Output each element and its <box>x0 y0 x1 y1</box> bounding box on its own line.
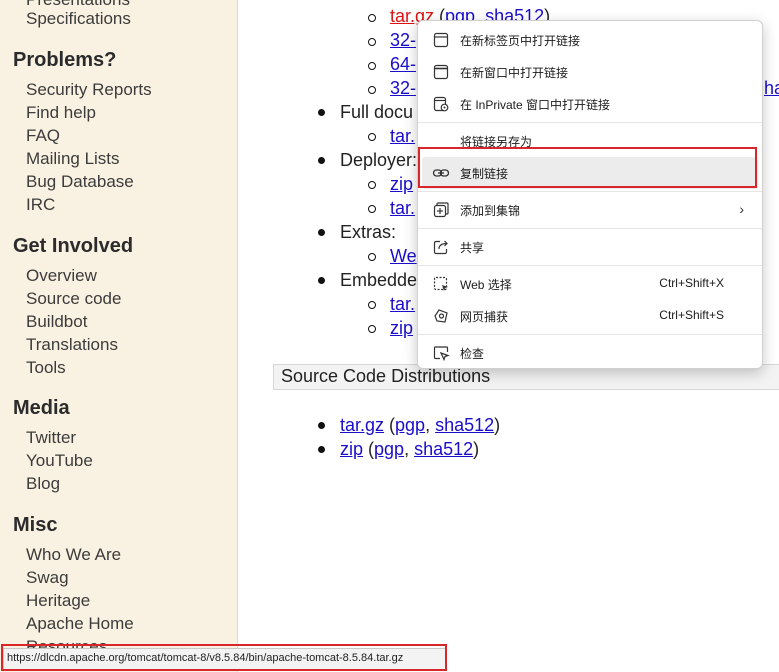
sidebar-item-security-reports[interactable]: Security Reports <box>26 80 152 100</box>
embedded-label: Embedde <box>340 270 418 290</box>
menu-item-open-new-tab[interactable]: 在新标签页中打开链接 <box>422 24 758 56</box>
list-circle <box>368 325 376 333</box>
sidebar-item-source-code[interactable]: Source code <box>26 289 121 309</box>
source-zip-pgp-link[interactable]: pgp <box>374 439 404 459</box>
source-zip-line: zip (pgp, sha512) <box>340 439 480 459</box>
new-window-icon <box>432 63 450 81</box>
list-bullet <box>318 157 325 164</box>
menu-item-web-select[interactable]: Web 选择 Ctrl+Shift+X <box>422 268 758 300</box>
inprivate-window-icon <box>432 95 450 113</box>
extras-web-link[interactable]: We <box>390 246 417 267</box>
full-documentation-label: Full docu <box>340 102 414 122</box>
menu-separator <box>418 334 762 335</box>
sidebar-item-buildbot[interactable]: Buildbot <box>26 312 87 332</box>
context-menu: 在新标签页中打开链接 在新窗口中打开链接 在 InPrivate 窗口中打开链接… <box>417 20 763 369</box>
sidebar-item-who-we-are[interactable]: Who We Are <box>26 545 121 565</box>
sidebar-heading-misc: Misc <box>13 514 58 536</box>
web-select-icon <box>432 275 450 293</box>
list-circle <box>368 181 376 189</box>
embedded-zip-link[interactable]: zip <box>390 318 413 339</box>
source-zip-sha512-link[interactable]: sha512 <box>414 439 473 459</box>
list-bullet <box>318 229 325 236</box>
full-doc-tar-link[interactable]: tar. <box>390 126 415 147</box>
sidebar-item-blog[interactable]: Blog <box>26 474 60 494</box>
list-circle <box>368 38 376 46</box>
list-circle <box>368 62 376 70</box>
download-link-64bit[interactable]: 64- <box>390 54 416 75</box>
sidebar-item-bug-database[interactable]: Bug Database <box>26 172 134 192</box>
source-tar-line: tar.gz (pgp, sha512) <box>340 415 501 435</box>
source-tar-gz-link[interactable]: tar.gz <box>340 415 384 435</box>
sidebar-heading-problems: Problems? <box>13 49 117 71</box>
menu-item-inspect[interactable]: 检查 <box>422 337 758 369</box>
download-link-32bit-installer[interactable]: 32- <box>390 78 416 99</box>
sidebar-item-twitter[interactable]: Twitter <box>26 428 76 448</box>
sidebar: Presentations Specifications Problems? S… <box>0 0 238 672</box>
new-tab-icon <box>432 31 450 49</box>
menu-separator <box>418 122 762 123</box>
embedded-tar-link[interactable]: tar. <box>390 294 415 315</box>
menu-separator <box>418 191 762 192</box>
inspect-icon <box>432 344 450 362</box>
collections-icon <box>432 201 450 219</box>
sidebar-item-youtube[interactable]: YouTube <box>26 451 93 471</box>
sidebar-item-translations[interactable]: Translations <box>26 335 118 355</box>
menu-item-add-to-collections[interactable]: 添加到集锦 › <box>422 194 758 226</box>
menu-separator <box>418 265 762 266</box>
status-bar-highlight-box <box>1 644 447 671</box>
sha512-link-cut[interactable]: ha <box>764 78 779 99</box>
list-bullet <box>318 446 325 453</box>
list-bullet <box>318 277 325 284</box>
sidebar-item-heritage[interactable]: Heritage <box>26 591 90 611</box>
list-circle <box>368 205 376 213</box>
sidebar-heading-media: Media <box>13 397 70 419</box>
menu-item-open-inprivate[interactable]: 在 InPrivate 窗口中打开链接 <box>422 88 758 120</box>
sidebar-item-find-help[interactable]: Find help <box>26 103 96 123</box>
list-circle <box>368 86 376 94</box>
deployer-label: Deployer: <box>340 150 418 170</box>
sidebar-item-overview[interactable]: Overview <box>26 266 97 286</box>
sidebar-heading-get-involved: Get Involved <box>13 235 134 257</box>
list-bullet <box>318 109 325 116</box>
list-circle <box>368 301 376 309</box>
chevron-right-icon: › <box>739 201 744 217</box>
menu-item-share[interactable]: 共享 <box>422 231 758 263</box>
list-circle <box>368 253 376 261</box>
list-circle <box>368 14 376 22</box>
menu-separator <box>418 228 762 229</box>
sidebar-item-apache-home[interactable]: Apache Home <box>26 614 134 634</box>
sidebar-item-tools[interactable]: Tools <box>26 358 66 378</box>
source-zip-link[interactable]: zip <box>340 439 363 459</box>
extras-label: Extras: <box>340 222 397 242</box>
menu-item-web-capture[interactable]: 网页捕获 Ctrl+Shift+S <box>422 300 758 332</box>
sidebar-item-swag[interactable]: Swag <box>26 568 69 588</box>
sidebar-item-irc[interactable]: IRC <box>26 195 55 215</box>
download-link-32bit[interactable]: 32- <box>390 30 416 51</box>
sidebar-item-specifications[interactable]: Specifications <box>26 9 131 29</box>
source-tar-pgp-link[interactable]: pgp <box>395 415 425 435</box>
deployer-tar-link[interactable]: tar. <box>390 198 415 219</box>
list-circle <box>368 133 376 141</box>
sidebar-item-faq[interactable]: FAQ <box>26 126 60 146</box>
copy-link-highlight-box <box>418 147 757 188</box>
web-capture-icon <box>432 307 450 325</box>
source-tar-sha512-link[interactable]: sha512 <box>435 415 494 435</box>
shortcut-web-select: Ctrl+Shift+X <box>659 276 724 290</box>
shortcut-web-capture: Ctrl+Shift+S <box>659 308 724 322</box>
sidebar-item-mailing-lists[interactable]: Mailing Lists <box>26 149 120 169</box>
deployer-zip-link[interactable]: zip <box>390 174 413 195</box>
list-bullet <box>318 422 325 429</box>
share-icon <box>432 238 450 256</box>
menu-item-open-new-window[interactable]: 在新窗口中打开链接 <box>422 56 758 88</box>
